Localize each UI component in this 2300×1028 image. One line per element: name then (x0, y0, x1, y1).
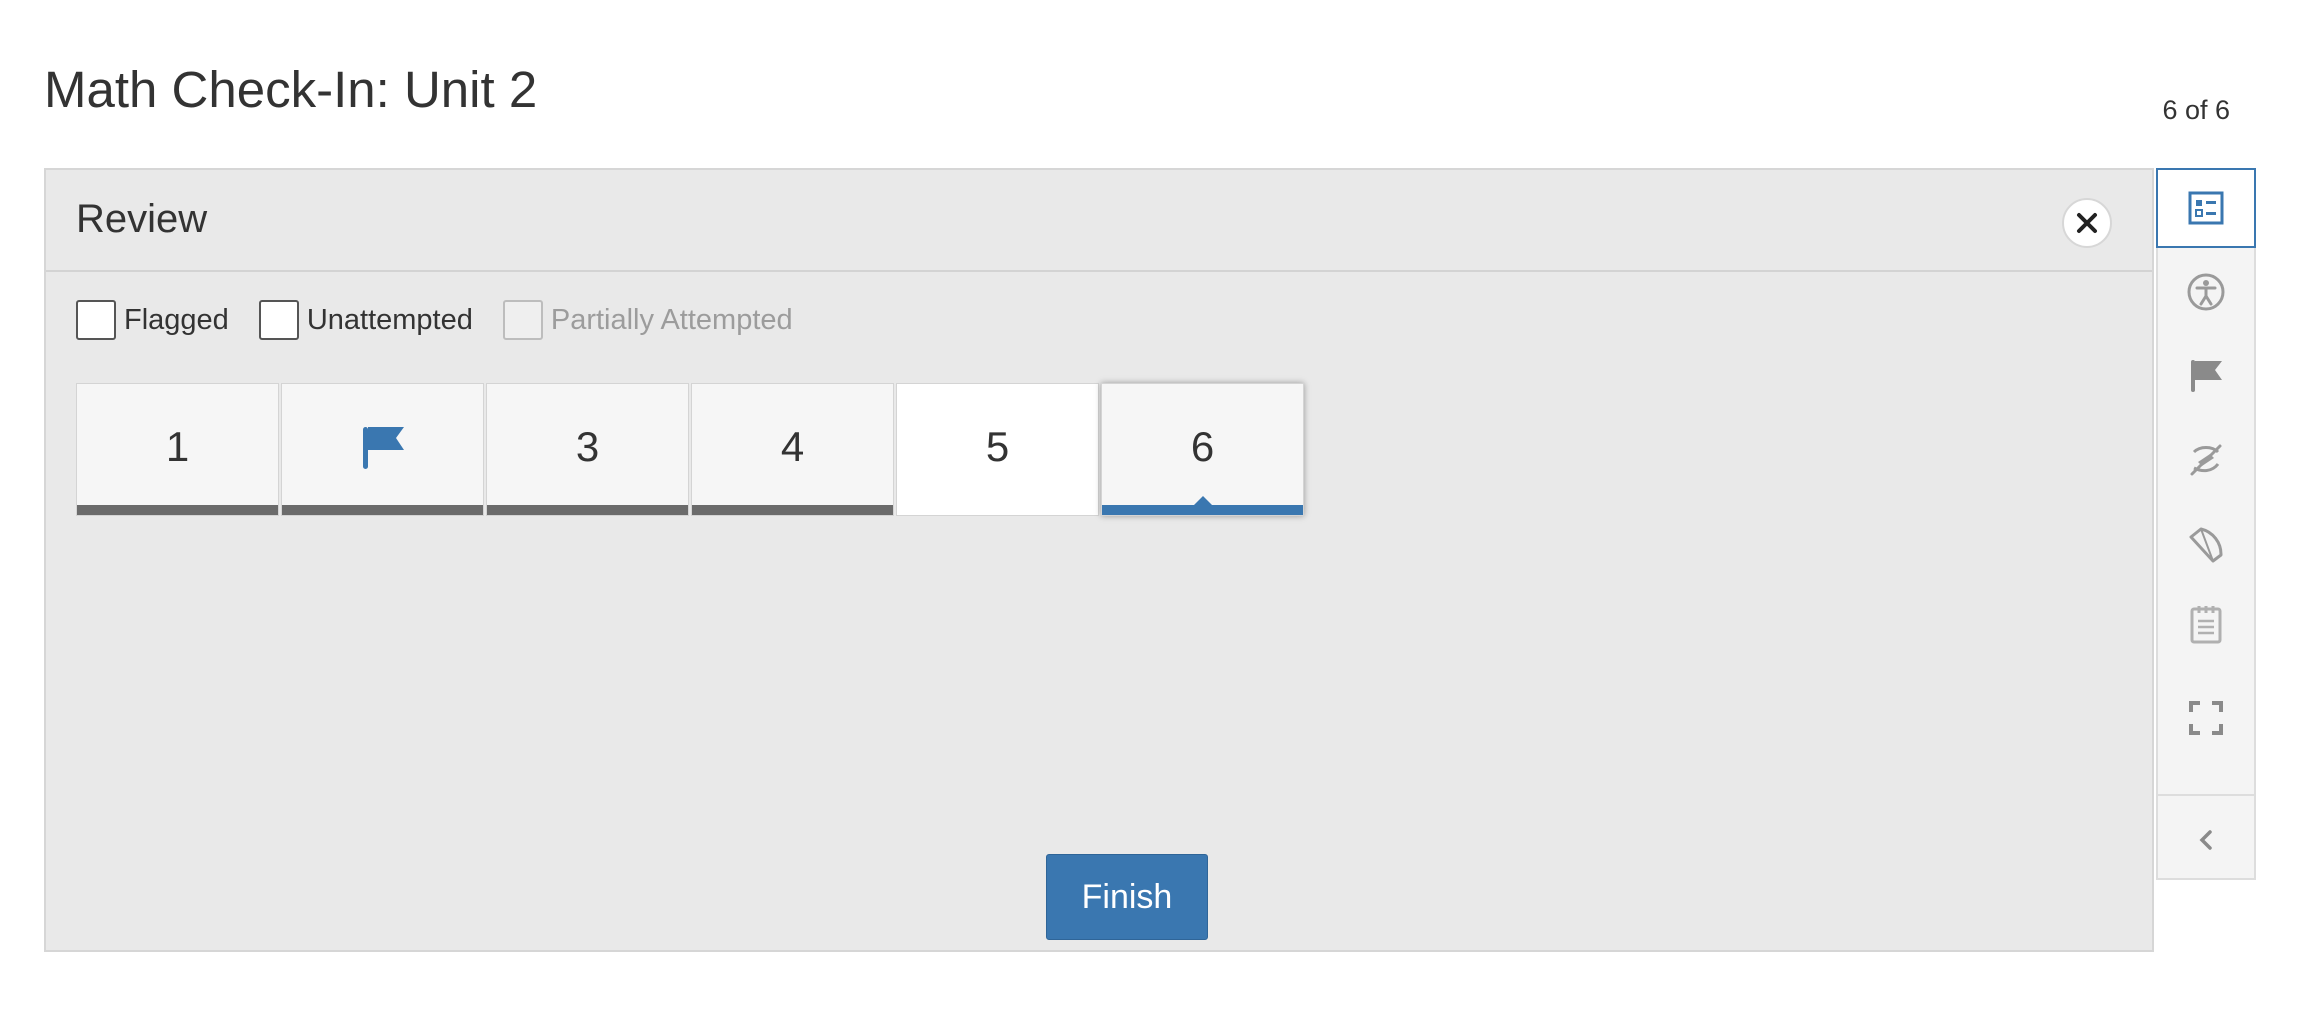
filter-label: Partially Attempted (550, 303, 793, 336)
accessibility-tool-button[interactable] (2158, 252, 2254, 332)
partially-attempted-checkbox (502, 300, 543, 340)
flagged-checkbox[interactable] (76, 300, 116, 340)
flag-icon (2191, 360, 2222, 392)
question-tile-3[interactable]: 3 (486, 383, 689, 516)
accessibility-icon (2187, 273, 2225, 311)
review-panel: Review Flagged Unattempted Partially Att… (44, 168, 2154, 952)
answered-status-bar (692, 505, 893, 515)
review-panel-header: Review (46, 170, 2152, 272)
protractor-icon (2189, 527, 2223, 563)
current-status-bar (1102, 505, 1303, 515)
collapse-sidebar-button[interactable] (2158, 800, 2254, 880)
finish-button[interactable]: Finish (1046, 854, 1208, 940)
question-number: 3 (575, 422, 600, 470)
question-number: 4 (780, 422, 805, 470)
notepad-icon (2190, 606, 2222, 644)
filter-partially-attempted: Partially Attempted (502, 300, 793, 340)
chevron-left-icon (2199, 830, 2212, 850)
unattempted-checkbox[interactable] (258, 300, 299, 340)
sidebar-divider (2158, 794, 2254, 796)
notepad-tool-button[interactable] (2158, 584, 2254, 664)
question-tile-1[interactable]: 1 (76, 383, 279, 516)
question-number: 5 (985, 422, 1010, 470)
question-number: 1 (165, 422, 190, 470)
page-title: Math Check-In: Unit 2 (44, 61, 538, 118)
review-list-icon (2188, 191, 2224, 225)
answered-status-bar (282, 505, 483, 515)
close-review-button[interactable] (2062, 198, 2112, 248)
question-grid: 1 3 4 5 6 (76, 383, 1306, 516)
fullscreen-tool-button[interactable] (2158, 678, 2254, 758)
review-panel-title: Review (76, 197, 208, 241)
flag-tool-button[interactable] (2158, 336, 2254, 416)
filter-flagged[interactable]: Flagged (76, 300, 229, 340)
question-tile-2[interactable] (281, 383, 484, 516)
question-position-indicator: 6 of 6 (2162, 95, 2230, 125)
eliminator-tool-button[interactable] (2158, 420, 2254, 500)
eliminator-icon (2190, 444, 2222, 476)
question-tile-4[interactable]: 4 (691, 383, 894, 516)
protractor-tool-button[interactable] (2158, 504, 2254, 584)
fullscreen-icon (2189, 701, 2223, 735)
question-tile-6[interactable]: 6 (1101, 383, 1304, 516)
tool-sidebar (2156, 168, 2256, 880)
review-filters: Flagged Unattempted Partially Attempted (76, 300, 823, 340)
filter-label: Unattempted (306, 303, 473, 336)
filter-label: Flagged (124, 303, 229, 336)
question-number: 6 (1190, 422, 1215, 470)
flag-icon (362, 426, 404, 469)
question-tile-5[interactable]: 5 (896, 383, 1099, 516)
review-tool-button[interactable] (2156, 168, 2256, 248)
answered-status-bar (487, 505, 688, 515)
close-icon (2077, 213, 2097, 233)
answered-status-bar (77, 505, 278, 515)
filter-unattempted[interactable]: Unattempted (258, 300, 473, 340)
